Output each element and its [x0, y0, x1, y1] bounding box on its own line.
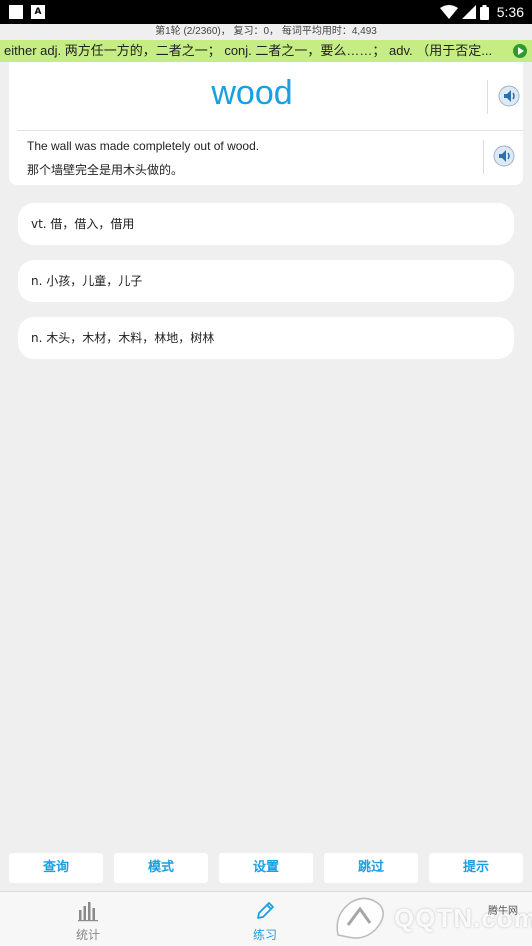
watermark: QQTN.com 腾牛网: [324, 893, 532, 943]
status-bar: A 5:36: [0, 0, 532, 24]
tab-label: 统计: [75, 928, 100, 942]
example-sentence-en: The wall was made completely out of wood…: [27, 139, 260, 153]
app-notification-icon: A: [31, 5, 45, 19]
divider: [17, 130, 523, 131]
settings-button[interactable]: 设置: [219, 853, 313, 883]
notification-glyph: A: [34, 7, 42, 17]
play-icon[interactable]: [513, 44, 527, 58]
lookup-button[interactable]: 查询: [9, 853, 103, 883]
answer-option[interactable]: vt. 借，借入，借用: [18, 203, 514, 245]
pencil-icon: [257, 902, 274, 919]
skip-button[interactable]: 跳过: [324, 853, 418, 883]
answer-option[interactable]: n. 木头，木材，木料，林地，树林: [18, 317, 514, 359]
sentence-speaker-icon[interactable]: [493, 145, 515, 167]
hint-button[interactable]: 提示: [429, 853, 523, 883]
previous-word-ticker[interactable]: either adj. 两方任一方的，二者之一； conj. 二者之一，要么………: [0, 40, 532, 62]
answer-option[interactable]: n. 小孩，儿童，儿子: [18, 260, 514, 302]
battery-icon: [479, 4, 489, 20]
word-title: wood: [211, 74, 293, 112]
mode-button[interactable]: 模式: [114, 853, 208, 883]
word-card: wood The wall was made completely out of…: [9, 62, 523, 185]
progress-info: 第1轮 (2/2360)， 复习：0， 每词平均用时：4,493: [155, 26, 377, 37]
watermark-logo-icon: [336, 897, 384, 939]
wifi-icon: [439, 5, 458, 19]
tab-statistics[interactable]: 统计: [28, 892, 148, 946]
notification-icon: [9, 5, 23, 19]
bar-chart-icon: [78, 902, 98, 922]
example-sentence-zh: 那个墙壁完全是用木头做的。: [27, 163, 184, 177]
divider: [483, 140, 484, 174]
watermark-subtext: 腾牛网: [488, 906, 518, 917]
signal-icon: [461, 5, 476, 19]
tab-label: 练习: [252, 928, 277, 942]
speaker-icon[interactable]: [498, 85, 520, 107]
divider: [487, 80, 488, 114]
tab-practice[interactable]: 练习: [205, 892, 325, 946]
clock: 5:36: [496, 4, 524, 20]
